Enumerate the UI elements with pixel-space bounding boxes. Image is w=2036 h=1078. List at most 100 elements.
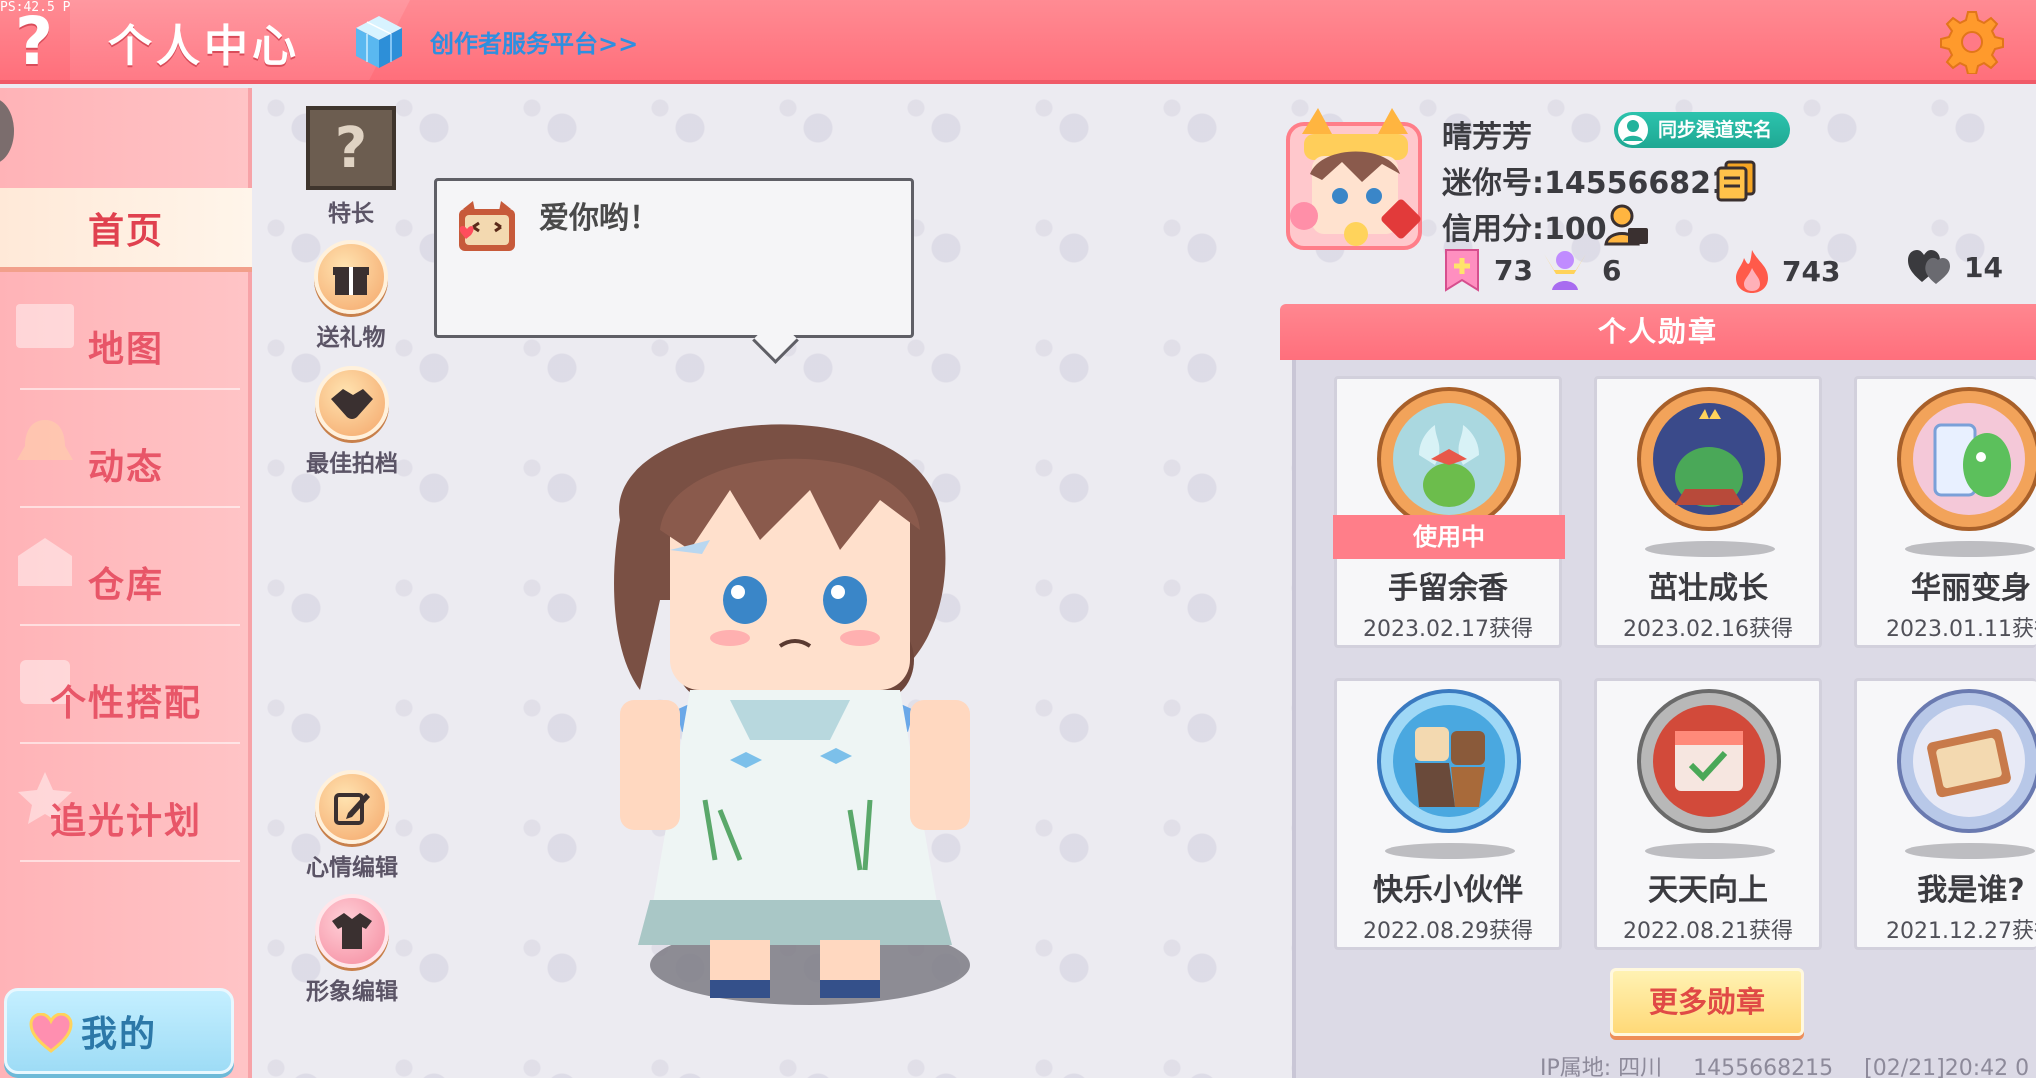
footer-uid: 1455668215 [1693,1056,1834,1078]
badge-date: 2021.12.27获得 [1886,919,2036,944]
question-block-icon: ? [306,106,396,190]
badge-name: 天天向上 [1648,873,1768,908]
image-edit-label: 形象编辑 [306,979,398,1005]
best-partner-button[interactable]: 最佳拍档 [306,366,398,478]
transform-badge-icon [1897,387,2036,531]
badge-date: 2023.02.17获得 [1363,617,1533,642]
badge-card[interactable]: 使用中 手留余香 2023.02.17获得 [1333,376,1565,648]
badge-card[interactable]: 我是谁? 2021.12.27获得 [1854,678,2036,950]
sync-realname-badge[interactable]: 同步渠道实名 [1614,112,1791,148]
medal-shadow [1385,843,1515,859]
sprout-badge-icon [1637,387,1781,531]
nav-divider [20,506,240,508]
nav-divider [20,742,240,744]
me-label: 我的 [80,1014,157,1055]
sidebar-item-label: 首页 [87,210,164,252]
medal-shadow [1905,843,2035,859]
sidebar: 首页 地图 动态 仓库 个性搭配 追光计划 我的 [0,88,252,1078]
badge-card[interactable]: 华丽变身 2023.01.11获得 [1854,376,2036,648]
footer-time: [02/21]20:42 0 [1864,1056,2030,1078]
badge-name: 华丽变身 [1911,571,2031,606]
badge-date: 2023.01.11获得 [1886,617,2036,642]
stat-medals: 73 [1442,248,1533,292]
badge-card[interactable]: 茁壮成长 2023.02.16获得 [1594,376,1822,648]
image-edit-button[interactable]: 形象编辑 [306,894,398,1006]
badge-date: 2023.02.16获得 [1623,617,1793,642]
sidebar-item-warehouse[interactable]: 仓库 [0,532,252,632]
badge-card[interactable]: 天天向上 2022.08.21获得 [1594,678,1822,950]
gift-icon [314,240,388,314]
flame-icon [1736,250,1768,293]
specialty-button[interactable]: ? 特长 [306,106,396,228]
side-collapse-handle[interactable] [0,98,14,164]
medal-shadow [1645,843,1775,859]
sidebar-item-label: 动态 [87,447,164,488]
gift-label: 送礼物 [316,325,386,351]
nav-divider [20,860,240,862]
help-button[interactable]: ? [6,8,62,76]
heart-pair-icon [1908,250,1950,284]
heart-icon [29,1013,73,1053]
sidebar-item-outfit[interactable]: 个性搭配 [0,650,252,750]
specialty-label: 特长 [328,201,374,227]
sidebar-item-chase-light[interactable]: 追光计划 [0,768,252,868]
profile-avatar[interactable] [1282,104,1428,254]
me-button[interactable]: 我的 [4,988,234,1074]
sidebar-item-label: 地图 [87,329,164,370]
stat-value: 6 [1602,253,1622,287]
trophy-person-icon [1544,251,1586,290]
stat-value: 73 [1494,253,1533,287]
nav-divider [20,388,240,390]
badge-date: 2022.08.21获得 [1623,919,1793,944]
handshake-icon [315,366,389,440]
credit-user-icon[interactable] [1604,204,1650,248]
mood-bubble[interactable]: 爱你哟！ [434,178,914,338]
stat-likes: 14 [1906,248,2003,286]
cube-icon[interactable] [354,14,404,70]
sidebar-item-label: 个性搭配 [49,683,202,724]
sidebar-item-feed[interactable]: 动态 [0,414,252,514]
medal-shadow [1905,541,2035,557]
sync-label: 同步渠道实名 [1658,119,1773,141]
badge-name: 我是谁? [1917,873,2025,908]
badge-section-title: 个人勋章 [1280,304,2036,360]
mood-edit-button[interactable]: 心情编辑 [306,770,398,882]
sidebar-item-label: 追光计划 [49,801,202,842]
mood-text: 爱你哟！ [539,201,659,236]
sidebar-item-map[interactable]: 地图 [0,296,252,396]
page-title: 个人中心 [108,21,300,72]
stat-value: 743 [1782,254,1841,288]
outfit-icon [315,894,389,968]
stat-popularity: 743 [1734,248,1840,294]
sidebar-item-label: 仓库 [87,565,164,606]
stat-value: 14 [1964,250,2003,284]
nickname: 晴芳芳 [1442,120,1532,155]
mystery-card-badge-icon [1897,689,2036,833]
cactus-badge-icon [1377,387,1521,531]
player-avatar[interactable] [580,400,1000,1010]
badge-date: 2022.08.29获得 [1363,919,1533,944]
user-check-icon [1618,115,1648,145]
edit-pencil-icon [315,770,389,844]
bookmark-plus-icon [1445,249,1479,292]
copy-icon[interactable] [1716,160,1756,202]
mini-id: 迷你号:1455668215 [1442,166,1753,201]
badge-name: 快乐小伙伴 [1373,873,1523,908]
badge-name: 茁壮成长 [1648,571,1768,606]
creator-platform-link[interactable]: 创作者服务平台>> [430,24,638,59]
mood-face-icon [459,201,515,251]
calendar-badge-icon [1637,689,1781,833]
sidebar-item-home[interactable]: 首页 [0,188,252,272]
more-badges-button[interactable]: 更多勋章 [1610,968,1804,1036]
badge-card[interactable]: 快乐小伙伴 2022.08.29获得 [1334,678,1562,950]
badge-name: 手留余香 [1388,571,1508,606]
gear-icon[interactable] [1940,10,2004,74]
footer-info: IP属地: 四川 1455668215 [02/21]20:42 0 [1540,1050,2036,1078]
nav-divider [20,624,240,626]
gift-button[interactable]: 送礼物 [314,240,388,352]
ip-location: IP属地: 四川 [1540,1056,1663,1078]
mood-edit-label: 心情编辑 [306,855,398,881]
credit-score: 信用分:100 [1442,212,1607,247]
best-partner-label: 最佳拍档 [306,451,398,477]
friends-badge-icon [1377,689,1521,833]
